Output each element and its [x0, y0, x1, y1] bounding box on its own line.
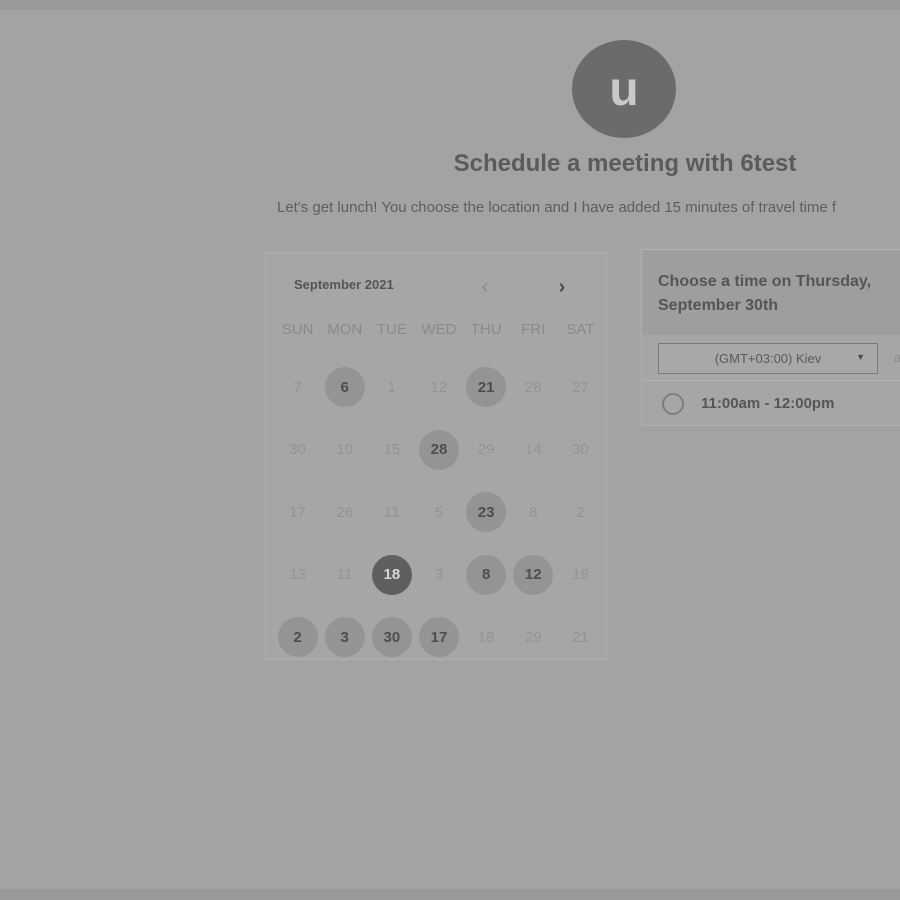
calendar-day-available[interactable]: 30	[371, 617, 412, 658]
page-subtitle: Let's get lunch! You choose the location…	[277, 199, 837, 216]
time-slot-label: 11:00am - 12:00pm	[701, 395, 835, 412]
calendar-day: 27	[572, 378, 589, 396]
chevron-left-icon[interactable]: ‹	[473, 277, 497, 301]
calendar-cell: 30	[557, 419, 604, 482]
weekday-label: TUE	[376, 321, 407, 338]
time-panel: Choose a time on Thursday, September 30t…	[641, 249, 900, 426]
calendar-day: 30	[289, 441, 306, 459]
calendar-day: 29	[477, 441, 495, 459]
calendar-day: 18	[477, 628, 495, 646]
calendar-cell: 15	[368, 419, 415, 482]
calendar-day-available[interactable]: 2	[277, 617, 318, 658]
time-panel-heading: Choose a time on Thursday, September 30t…	[658, 273, 872, 314]
calendar-day-grid: 7 6 1 12 21 28 27 30 10 15 28 29 14 30 17 26 11 5 23 8 2 13 11…	[274, 356, 604, 669]
weekday-label: SAT	[566, 321, 595, 338]
calendar: September 2021 ‹ › SUN MON TUE WED THU F…	[265, 252, 607, 660]
calendar-cell: 11	[321, 544, 368, 607]
calendar-day: 11	[336, 566, 353, 584]
calendar-day: 21	[572, 628, 589, 646]
avatar-initial: u	[609, 62, 639, 116]
calendar-day-available[interactable]: 17	[418, 617, 459, 658]
calendar-cell: 12	[415, 356, 462, 419]
top-bar	[0, 0, 900, 10]
calendar-cell: 8	[463, 544, 510, 607]
calendar-day-available[interactable]: 12	[513, 554, 554, 595]
calendar-cell: 28	[415, 419, 462, 482]
timezone-extra-text: a	[894, 350, 900, 365]
calendar-day-available[interactable]: 23	[466, 492, 507, 533]
calendar-day: 3	[434, 566, 444, 584]
radio-circle-icon[interactable]	[662, 393, 684, 415]
calendar-cell: 6	[321, 356, 368, 419]
weekday-label: MON	[327, 321, 363, 338]
avatar: u	[572, 40, 676, 138]
calendar-month-label: September 2021	[294, 277, 394, 292]
calendar-cell: 18	[463, 606, 510, 669]
caret-down-icon: ▼	[856, 352, 865, 362]
weekday-header: SUN MON TUE WED THU FRI SAT	[274, 321, 604, 338]
calendar-cell: 18	[557, 544, 604, 607]
calendar-cell: 17	[415, 606, 462, 669]
calendar-day-available[interactable]: 8	[466, 554, 507, 595]
calendar-day: 29	[524, 628, 542, 646]
calendar-cell: 12	[510, 544, 557, 607]
calendar-cell: 27	[557, 356, 604, 419]
calendar-cell: 21	[463, 356, 510, 419]
calendar-cell: 3	[321, 606, 368, 669]
calendar-day-available[interactable]: 21	[466, 367, 507, 408]
calendar-cell: 29	[510, 606, 557, 669]
calendar-day: 1	[387, 378, 397, 396]
weekday-label: FRI	[521, 321, 546, 338]
calendar-day: 12	[430, 378, 448, 396]
calendar-day: 14	[524, 441, 542, 459]
calendar-day: 18	[572, 566, 589, 584]
weekday-label: SUN	[281, 321, 314, 338]
calendar-day: 30	[572, 441, 589, 459]
calendar-day-available[interactable]: 28	[418, 429, 459, 470]
page-title: Schedule a meeting with 6test	[453, 150, 797, 177]
calendar-day: 5	[434, 503, 444, 521]
calendar-cell: 8	[510, 481, 557, 544]
calendar-day: 8	[529, 503, 538, 521]
calendar-cell: 11	[368, 481, 415, 544]
calendar-cell: 2	[274, 606, 321, 669]
calendar-cell: 18	[368, 544, 415, 607]
calendar-cell: 5	[415, 481, 462, 544]
timezone-value: (GMT+03:00) Kiev	[714, 351, 822, 366]
time-slot[interactable]: 11:00am - 12:00pm	[642, 380, 900, 427]
calendar-cell: 17	[274, 481, 321, 544]
calendar-cell: 30	[368, 606, 415, 669]
weekday-label: WED	[421, 321, 457, 338]
timezone-select[interactable]: (GMT+03:00) Kiev ▼	[658, 343, 878, 374]
calendar-day: 2	[576, 503, 585, 521]
calendar-cell: 26	[321, 481, 368, 544]
calendar-cell: 29	[463, 419, 510, 482]
calendar-day: 10	[336, 441, 354, 459]
chevron-right-icon[interactable]: ›	[550, 277, 574, 301]
weekday-label: THU	[470, 321, 502, 338]
calendar-cell: 21	[557, 606, 604, 669]
bottom-bar	[0, 889, 900, 900]
calendar-cell: 3	[415, 544, 462, 607]
calendar-cell: 13	[274, 544, 321, 607]
calendar-cell: 7	[274, 356, 321, 419]
calendar-day: 28	[524, 378, 542, 396]
calendar-cell: 14	[510, 419, 557, 482]
calendar-day: 7	[293, 378, 302, 396]
calendar-cell: 23	[463, 481, 510, 544]
calendar-cell: 1	[368, 356, 415, 419]
calendar-cell: 2	[557, 481, 604, 544]
calendar-day-available[interactable]: 3	[324, 617, 365, 658]
calendar-day: 11	[384, 503, 400, 521]
calendar-cell: 10	[321, 419, 368, 482]
calendar-day: 15	[383, 441, 401, 459]
time-panel-header: Choose a time on Thursday, September 30t…	[642, 250, 900, 335]
calendar-day: 26	[336, 503, 354, 521]
calendar-day-selected[interactable]: 18	[371, 554, 412, 595]
calendar-cell: 28	[510, 356, 557, 419]
calendar-day: 13	[289, 566, 306, 584]
calendar-day-available[interactable]: 6	[324, 367, 365, 408]
calendar-day: 17	[289, 503, 306, 521]
calendar-cell: 30	[274, 419, 321, 482]
